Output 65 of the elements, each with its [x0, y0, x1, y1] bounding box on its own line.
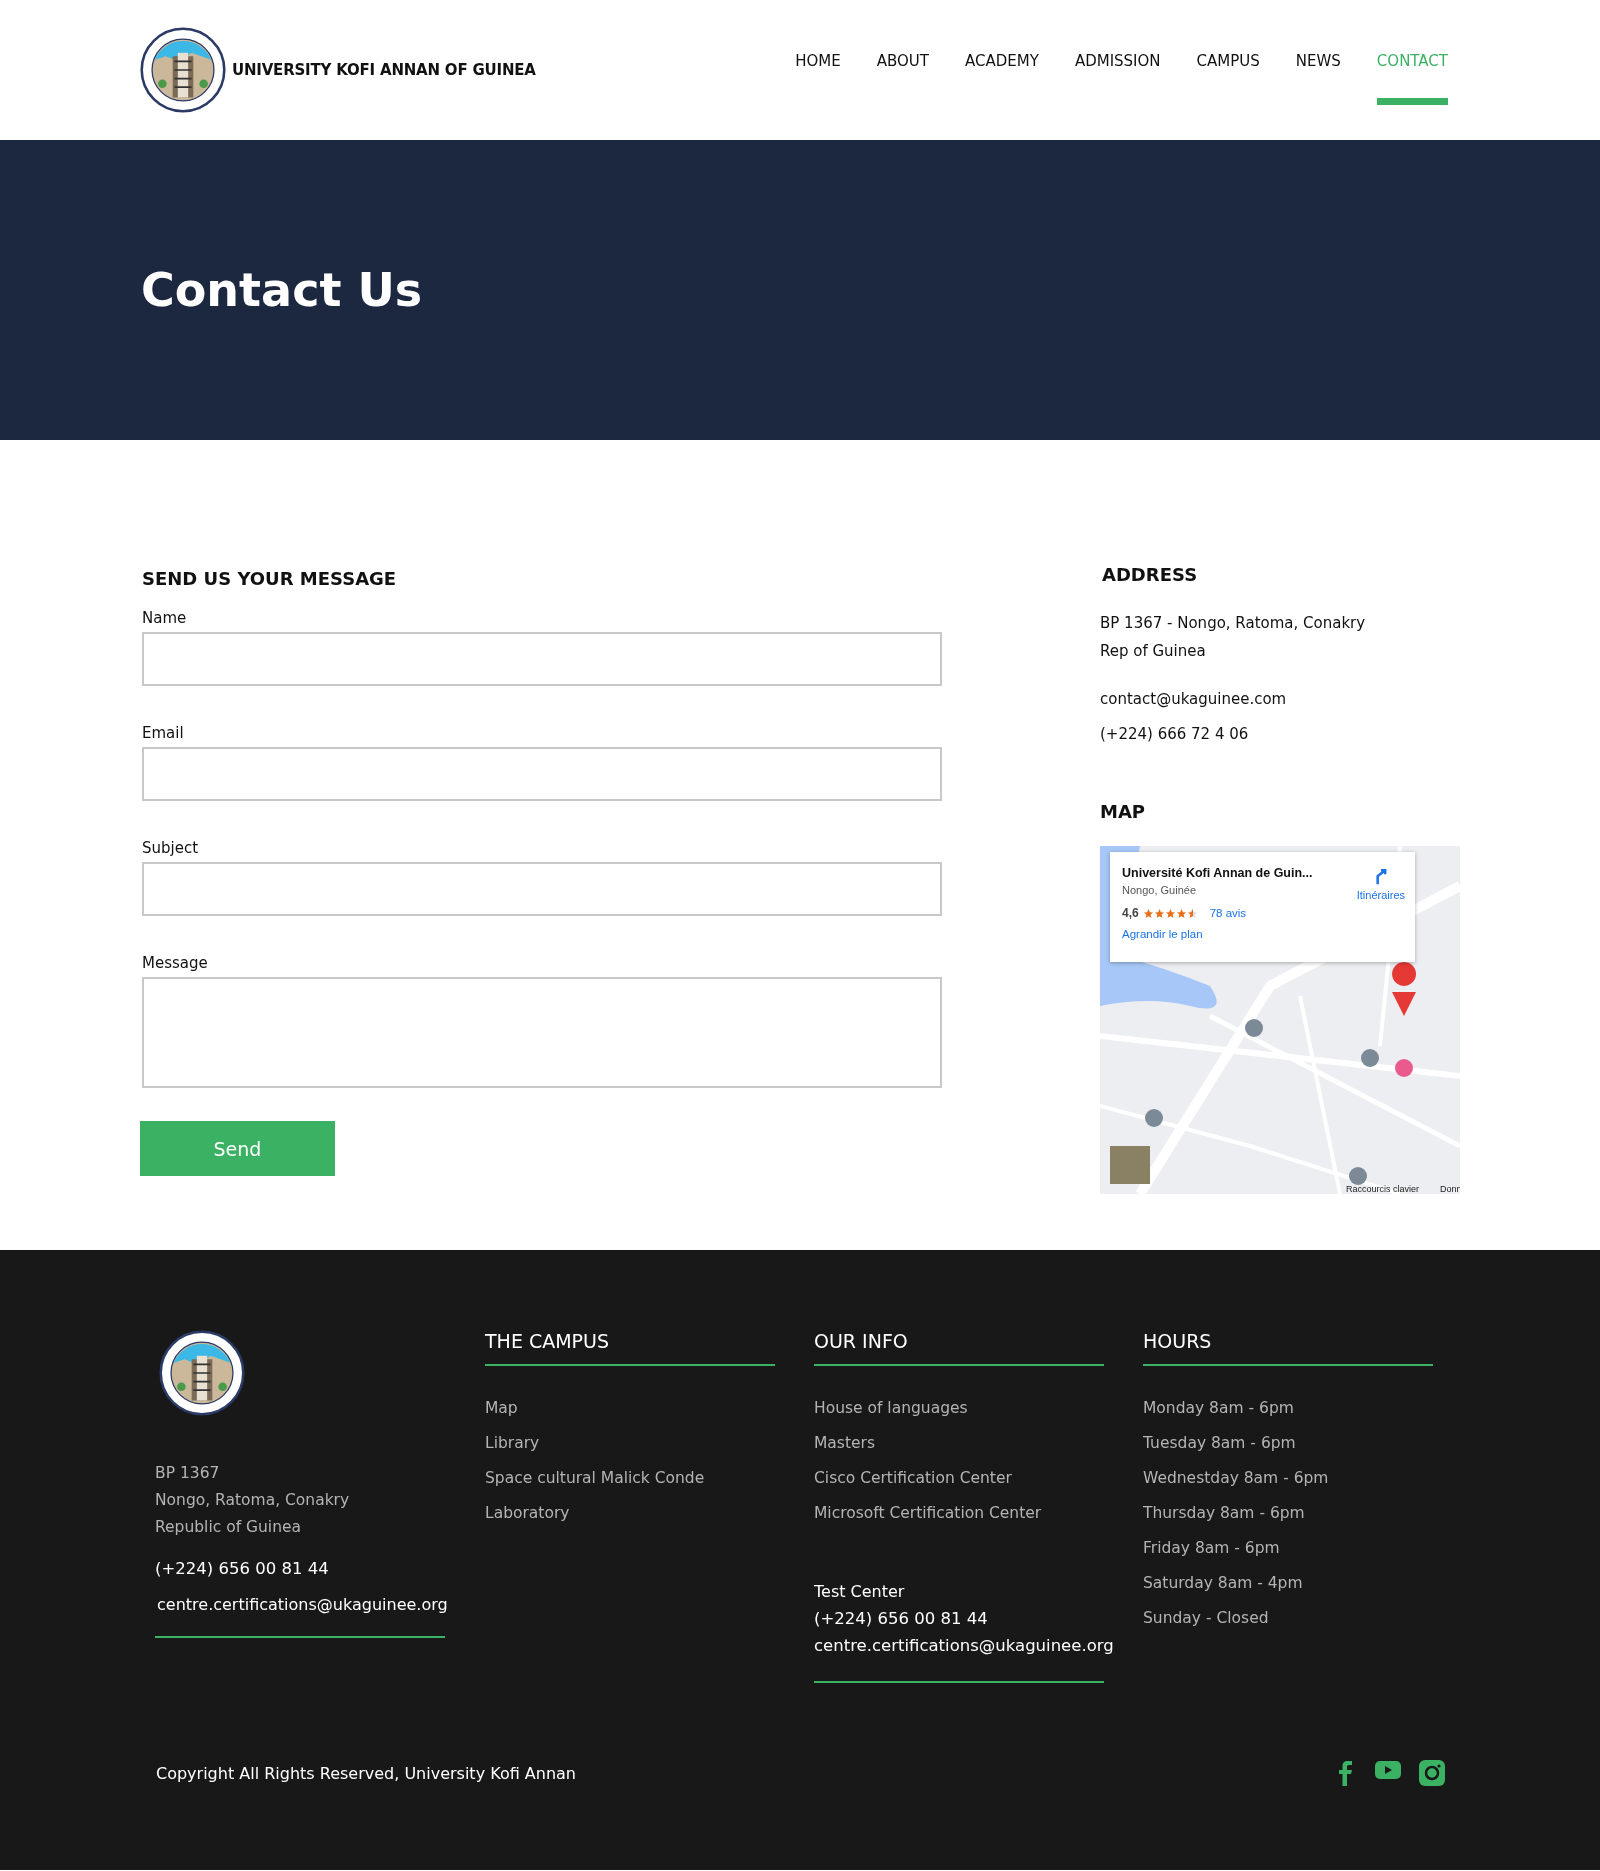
field-label: Message: [142, 954, 209, 972]
star-icon: [1142, 907, 1154, 919]
brand-name: UNIVERSITY KOFI ANNAN OF GUINEA: [232, 61, 536, 79]
footer-phone: (+224) 656 00 81 44: [155, 1558, 330, 1580]
footer-address-line: BP 1367: [155, 1463, 221, 1484]
address-line: Rep of Guinea: [1100, 641, 1207, 662]
footer-column-heading: OUR INFO: [814, 1330, 1104, 1366]
footer-contact-line: centre.certifications@ukaguinee.org: [814, 1635, 1115, 1657]
footer-link[interactable]: House of languages: [814, 1397, 1130, 1419]
footer-link[interactable]: Space cultural Malick Conde: [485, 1467, 800, 1489]
input-field[interactable]: [142, 862, 942, 916]
copyright-text: Copyright All Rights Reserved, University Kofi Annan: [156, 1763, 576, 1785]
page-title: Contact Us: [141, 263, 423, 317]
phone-number: (+224) 666 72 4 06: [1100, 724, 1250, 745]
footer-link[interactable]: Sunday - Closed: [1143, 1607, 1460, 1629]
address-heading: ADDRESS: [1102, 564, 1199, 585]
input-field[interactable]: [142, 632, 942, 686]
footer-link[interactable]: Tuesday 8am - 6pm: [1143, 1432, 1460, 1454]
field-label: Subject: [142, 839, 200, 857]
footer-link[interactable]: Masters: [814, 1432, 1130, 1454]
star-icon: [1164, 907, 1176, 919]
footer-link[interactable]: Laboratory: [485, 1502, 800, 1524]
rating-value: 4,6: [1122, 906, 1139, 920]
nav-link[interactable]: ABOUT: [876, 0, 929, 105]
input-field[interactable]: [142, 747, 942, 801]
footer-column-heading: THE CAMPUS: [485, 1330, 775, 1366]
footer-link[interactable]: Friday 8am - 6pm: [1143, 1537, 1460, 1559]
map-heading: MAP: [1100, 801, 1147, 822]
place-name: Université Kofi Annan de Guin...: [1122, 866, 1313, 880]
youtube-icon[interactable]: [1375, 1760, 1401, 1780]
footer-email: centre.certifications@ukaguinee.org: [156, 1594, 449, 1616]
nav-link[interactable]: CAMPUS: [1196, 0, 1260, 105]
footer-link[interactable]: Monday 8am - 6pm: [1143, 1397, 1460, 1419]
footer-contact-line: (+224) 656 00 81 44: [814, 1608, 989, 1630]
enlarge-map-link[interactable]: Agrandir le plan: [1122, 928, 1203, 940]
nav-link[interactable]: NEWS: [1295, 0, 1341, 105]
facebook-icon[interactable]: [1337, 1760, 1353, 1786]
star-icon: [1175, 907, 1187, 919]
star-icon: [1153, 907, 1165, 919]
footer-link[interactable]: Library: [485, 1432, 800, 1454]
field-label: Name: [142, 609, 188, 627]
footer-contact-line: Test Center: [814, 1581, 906, 1603]
footer-address-line: Nongo, Ratoma, Conakry: [155, 1490, 351, 1511]
field-label: Email: [142, 724, 185, 742]
place-location: Nongo, Guinée: [1122, 884, 1196, 896]
footer-link[interactable]: Saturday 8am - 4pm: [1143, 1572, 1460, 1594]
nav-link[interactable]: ACADEMY: [965, 0, 1039, 105]
footer-column-heading: HOURS: [1143, 1330, 1433, 1366]
footer-link[interactable]: Map: [485, 1397, 800, 1419]
nav-link[interactable]: ADMISSION: [1074, 0, 1161, 105]
instagram-icon[interactable]: [1419, 1760, 1445, 1786]
address-line: BP 1367 - Nongo, Ratoma, Conakry: [1100, 613, 1367, 634]
star-icon: [1186, 907, 1198, 919]
footer-address-line: Republic of Guinea: [155, 1517, 303, 1538]
email-address: contact@ukaguinee.com: [1100, 689, 1288, 710]
directions-link[interactable]: Itinéraires: [1356, 866, 1405, 901]
footer-link[interactable]: Microsoft Certification Center: [814, 1502, 1130, 1524]
nav-link[interactable]: HOME: [795, 0, 841, 105]
footer-link[interactable]: Wednestday 8am - 6pm: [1143, 1467, 1460, 1489]
form-heading: SEND US YOUR MESSAGE: [142, 568, 398, 589]
footer-link[interactable]: Thursday 8am - 6pm: [1143, 1502, 1460, 1524]
keyboard-shortcuts-link[interactable]: Raccourcis clavier: [1346, 1184, 1420, 1194]
message-field[interactable]: [142, 977, 942, 1088]
footer-link[interactable]: Cisco Certification Center: [814, 1467, 1130, 1489]
reviews-link[interactable]: 78 avis: [1209, 907, 1247, 919]
